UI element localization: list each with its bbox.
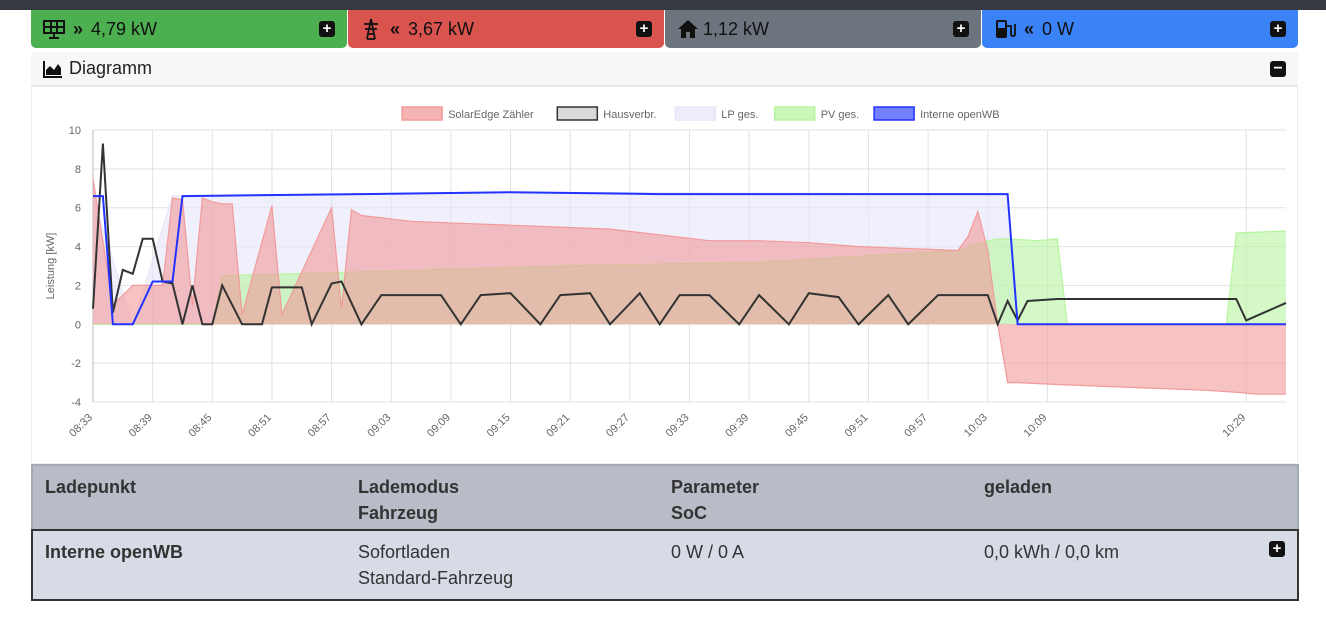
y-tick-label: 2	[75, 280, 81, 292]
x-tick-label: 09:45	[783, 412, 811, 440]
x-tick-label: 09:27	[604, 412, 632, 440]
power-pylon-icon	[360, 18, 382, 40]
legend-label: LP ges.	[721, 109, 758, 121]
x-tick-label: 09:03	[365, 412, 393, 440]
expand-plus-icon[interactable]: +	[636, 21, 652, 37]
grid-power-tile[interactable]: « 3,67 kW +	[348, 10, 664, 48]
expand-plus-icon[interactable]: +	[953, 21, 969, 37]
diagram-header[interactable]: Diagramm −	[31, 52, 1298, 86]
header-lademodus-label: Lademodus	[358, 477, 460, 497]
pv-power-tile[interactable]: » 4,79 kW +	[31, 10, 347, 48]
header-geladen-label: geladen	[984, 477, 1053, 497]
header-ladepunkt-label: Ladepunkt	[45, 477, 137, 497]
x-tick-label: 09:33	[664, 412, 692, 440]
chargepoint-table-header: Ladepunkt Lademodus Fahrzeug Parameter SoC…	[31, 464, 1299, 537]
expand-plus-icon[interactable]: +	[1269, 541, 1285, 557]
y-axis-label: Leistung [kW]	[45, 233, 57, 300]
legend-swatch	[556, 106, 599, 121]
legend-label: Hausverbr.	[603, 109, 656, 121]
flow-direction-icon: «	[1023, 18, 1034, 39]
x-tick-label: 09:57	[902, 412, 930, 440]
x-tick-label: 08:51	[246, 412, 274, 440]
diagram-title: Diagramm	[69, 58, 153, 78]
flow-direction-icon: «	[389, 18, 400, 39]
charged-value: 0,0 kWh / 0,0 km	[984, 542, 1120, 562]
expand-plus-icon[interactable]: +	[1270, 21, 1286, 37]
x-tick-label: 10:29	[1220, 412, 1248, 440]
x-tick-label: 09:39	[723, 412, 751, 440]
y-tick-label: 4	[75, 242, 81, 254]
charge-mode-value[interactable]: Sofortladen	[358, 542, 450, 562]
legend-swatch	[773, 106, 816, 121]
x-tick-label: 09:21	[544, 412, 572, 440]
chargepoint-power-value: 0 W	[1042, 18, 1075, 39]
legend-label: SolarEdge Zähler	[448, 109, 534, 121]
y-tick-label: 8	[75, 164, 81, 176]
top-navbar-strip	[0, 0, 1326, 10]
vehicle-value: Standard-Fahrzeug	[358, 568, 514, 588]
header-parameter: Parameter SoC	[659, 465, 972, 536]
x-tick-label: 08:33	[67, 412, 95, 440]
charging-station-icon	[994, 18, 1016, 40]
collapse-minus-icon[interactable]: −	[1270, 61, 1286, 77]
power-chart: 10 8 6 4 2 0 -2 -4 08:33 08:39 08:45 08:51 08:57 09:0…	[45, 106, 1287, 440]
header-geladen: geladen	[972, 465, 1298, 536]
pv-power-value: 4,79 kW	[91, 18, 158, 39]
house-icon	[677, 18, 699, 40]
chargepoint-name: Interne openWB	[32, 530, 346, 600]
solar-panel-icon	[43, 18, 65, 40]
expand-plus-icon[interactable]: +	[319, 21, 335, 37]
x-tick-label: 09:15	[485, 412, 513, 440]
header-fahrzeug-label: Fahrzeug	[358, 503, 439, 523]
legend-swatch	[873, 106, 915, 121]
y-tick-label: -2	[71, 358, 81, 370]
legend-label: PV ges.	[821, 109, 860, 121]
flow-direction-icon: »	[72, 18, 83, 39]
x-tick-label: 10:03	[962, 412, 990, 440]
power-chart-container: 10 8 6 4 2 0 -2 -4 08:33 08:39 08:45 08:51 08:57 09:0…	[31, 86, 1298, 464]
chargepoint-params: 0 W / 0 A	[659, 530, 972, 600]
x-tick-label: 08:39	[127, 412, 155, 440]
chargepoint-mode-cell: Sofortladen Standard-Fahrzeug	[346, 530, 659, 600]
header-ladepunkt: Ladepunkt	[32, 465, 346, 536]
house-power-value: 1,12 kW	[703, 18, 770, 39]
chargepoint-row[interactable]: Interne openWB Sofortladen Standard-Fahrz…	[31, 529, 1299, 601]
x-tick-label: 09:51	[843, 412, 871, 440]
y-tick-label: 0	[75, 319, 81, 331]
header-soc-label: SoC	[671, 503, 707, 523]
x-tick-label: 09:09	[425, 412, 453, 440]
y-tick-label: 6	[75, 203, 81, 215]
y-tick-label: 10	[69, 125, 81, 137]
chargepoint-charged-cell: 0,0 kWh / 0,0 km +	[972, 530, 1298, 600]
area-chart-icon	[43, 60, 63, 78]
header-lademodus: Lademodus Fahrzeug	[346, 465, 659, 536]
legend-swatch	[674, 106, 717, 121]
chargepoint-power-tile[interactable]: « 0 W +	[982, 10, 1298, 48]
x-tick-label: 08:57	[306, 412, 334, 440]
grid-power-value: 3,67 kW	[408, 18, 475, 39]
legend-label: Interne openWB	[920, 109, 1000, 121]
legend-swatch	[401, 106, 443, 121]
house-consumption-tile[interactable]: 1,12 kW +	[665, 10, 981, 48]
header-parameter-label: Parameter	[671, 477, 760, 497]
x-tick-label: 10:09	[1022, 412, 1050, 440]
y-tick-label: -4	[71, 397, 81, 409]
x-tick-label: 08:45	[186, 412, 214, 440]
